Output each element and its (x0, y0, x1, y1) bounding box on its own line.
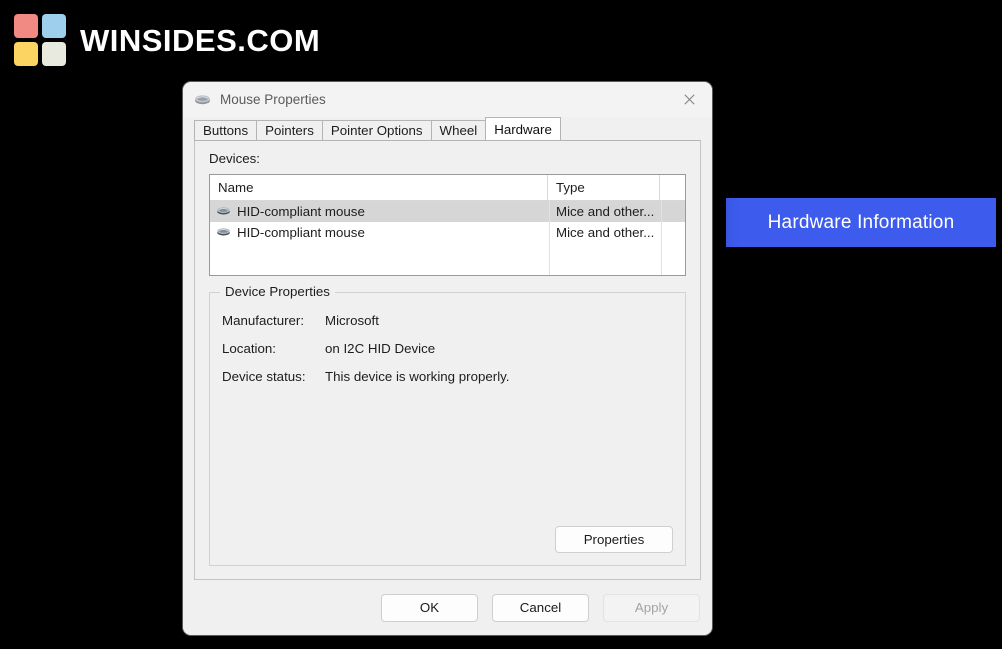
device-type: Mice and other... (556, 225, 655, 240)
manufacturer-row: Manufacturer: Microsoft (222, 313, 379, 328)
devices-label: Devices: (209, 151, 260, 166)
mouse-icon (216, 204, 231, 219)
apply-button-label: Apply (634, 600, 669, 615)
logo-square-bottom-right (42, 42, 66, 66)
hardware-information-callout: Hardware Information (726, 198, 996, 247)
brand-name: WINSIDES.COM (80, 22, 321, 58)
tab-hardware-label: Hardware (494, 121, 552, 137)
device-properties-legend: Device Properties (220, 284, 335, 299)
table-row[interactable]: HID-compliant mouse Mice and other... (210, 222, 685, 243)
tab-pointer-options[interactable]: Pointer Options (321, 120, 432, 140)
close-icon[interactable] (667, 82, 712, 117)
tab-pointer-options-label: Pointer Options (330, 123, 423, 138)
mouse-icon (216, 225, 231, 240)
brand-watermark: WINSIDES.COM (14, 14, 320, 66)
hardware-tab-panel: Devices: Name Type HID-compliant mouse M… (194, 140, 701, 580)
device-row-name-cell: HID-compliant mouse (210, 225, 548, 240)
manufacturer-value: Microsoft (325, 313, 379, 328)
device-status-row: Device status: This device is working pr… (222, 369, 510, 384)
column-header-type[interactable]: Type (548, 175, 660, 200)
mouse-properties-dialog: Mouse Properties Buttons Pointers Pointe… (183, 82, 712, 635)
properties-button-label: Properties (583, 532, 645, 547)
logo-square-top-left (14, 14, 38, 38)
device-status-value: This device is working properly. (325, 369, 510, 384)
device-status-label: Device status: (222, 369, 306, 384)
ok-button[interactable]: OK (381, 593, 478, 622)
device-name: HID-compliant mouse (237, 225, 365, 240)
tab-buttons-label: Buttons (203, 123, 249, 138)
device-name: HID-compliant mouse (237, 204, 365, 219)
location-row: Location: on I2C HID Device (222, 341, 435, 356)
devices-list[interactable]: Name Type HID-compliant mouse Mice and o… (209, 174, 686, 276)
device-type: Mice and other... (556, 204, 655, 219)
tab-pointers[interactable]: Pointers (256, 120, 323, 140)
column-header-name[interactable]: Name (210, 175, 548, 200)
dialog-footer: OK Cancel Apply (183, 580, 712, 635)
tab-wheel[interactable]: Wheel (430, 120, 487, 140)
callout-label: Hardware Information (767, 211, 955, 233)
logo-square-bottom-left (14, 42, 38, 66)
manufacturer-label: Manufacturer: (222, 313, 305, 328)
table-row[interactable]: HID-compliant mouse Mice and other... (210, 201, 685, 222)
properties-button[interactable]: Properties (555, 526, 673, 553)
cancel-button[interactable]: Cancel (492, 593, 589, 622)
column-header-blank (660, 175, 685, 200)
dialog-title: Mouse Properties (220, 92, 326, 107)
mouse-icon (194, 91, 211, 108)
cancel-button-label: Cancel (519, 600, 562, 615)
logo-square-top-right (42, 14, 66, 38)
ok-button-label: OK (419, 600, 440, 615)
tab-wheel-label: Wheel (439, 123, 478, 138)
tab-pointers-label: Pointers (265, 123, 314, 138)
tab-hardware[interactable]: Hardware (485, 117, 561, 140)
location-value: on I2C HID Device (325, 341, 436, 356)
devices-list-header: Name Type (210, 175, 685, 201)
tab-buttons[interactable]: Buttons (194, 120, 258, 140)
location-label: Location: (222, 341, 276, 356)
device-properties-group: Device Properties Manufacturer: Microsof… (209, 284, 686, 566)
tab-strip: Buttons Pointers Pointer Options Wheel H… (183, 117, 712, 140)
column-divider (549, 200, 550, 275)
dialog-titlebar: Mouse Properties (183, 82, 712, 117)
apply-button: Apply (603, 593, 700, 622)
device-row-name-cell: HID-compliant mouse (210, 204, 548, 219)
winsides-logo-icon (14, 14, 66, 66)
column-divider (661, 200, 662, 275)
